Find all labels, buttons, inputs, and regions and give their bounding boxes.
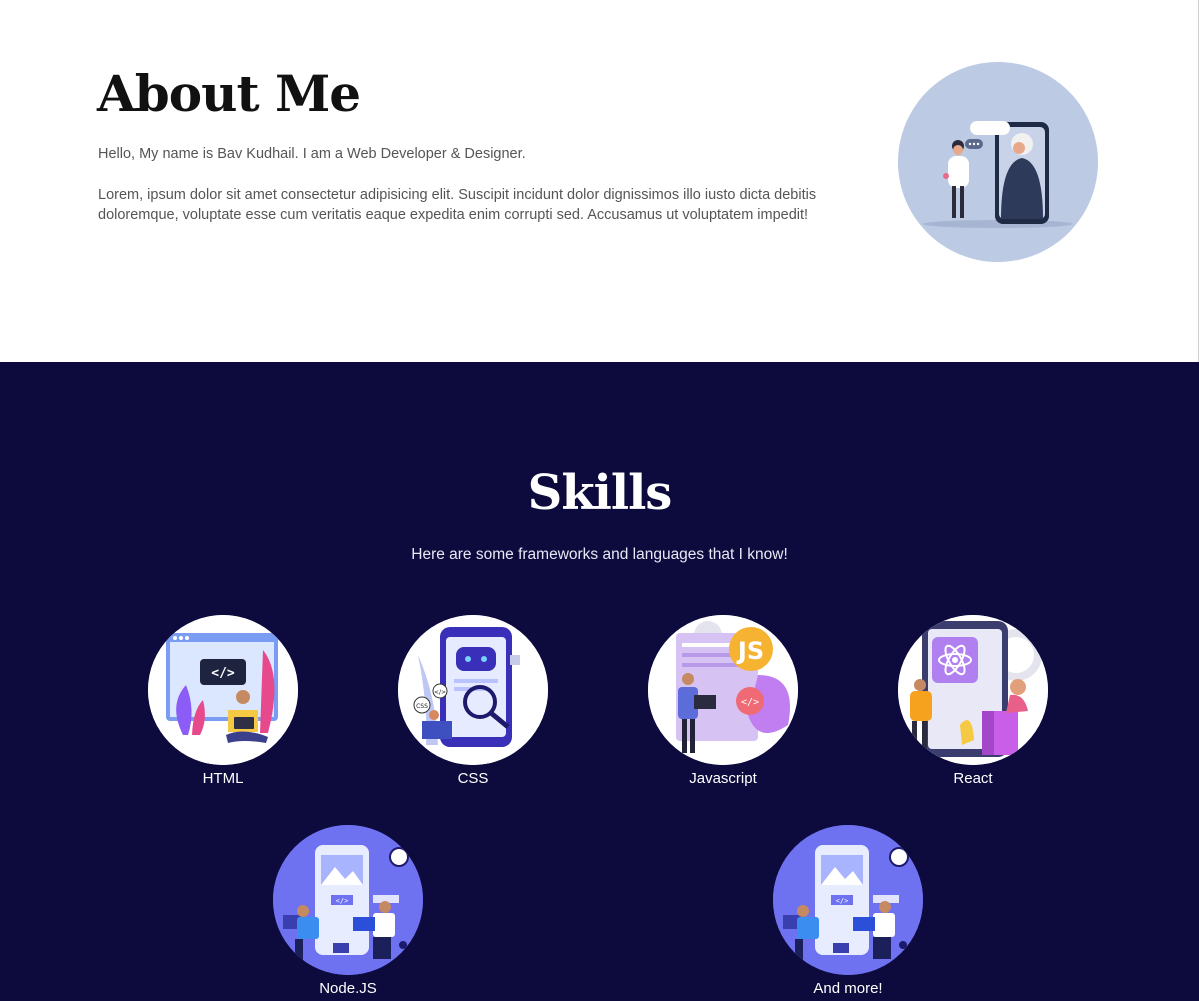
skill-label-nodejs: Node.JS (319, 980, 377, 997)
javascript-illustration-icon: JS </> (648, 615, 798, 765)
skill-card-css[interactable]: </> CSS CSS (398, 615, 548, 787)
svg-text:</>: </> (836, 897, 849, 905)
svg-text:CSS: CSS (416, 703, 428, 710)
profile-illustration-icon (898, 62, 1098, 262)
nodejs-illustration-icon: </> (273, 825, 423, 975)
skill-card-html[interactable]: </> HTML (148, 615, 298, 787)
skill-label-html: HTML (202, 770, 244, 787)
skill-card-javascript[interactable]: JS </> Javascript (648, 615, 798, 787)
about-intro: Hello, My name is Bav Kudhail. I am a We… (98, 146, 526, 162)
css-illustration-icon: </> CSS (398, 615, 548, 765)
svg-text:JS: JS (736, 637, 764, 665)
react-illustration-icon (898, 615, 1048, 765)
skills-subtitle: Here are some frameworks and languages t… (411, 546, 788, 563)
svg-text:</>: </> (336, 897, 349, 905)
skill-card-react[interactable]: React (898, 615, 1048, 787)
skill-label-more: And more! (813, 980, 883, 997)
skill-label-react: React (953, 770, 993, 787)
skill-label-css: CSS (457, 770, 489, 787)
skill-card-nodejs[interactable]: </> Node.JS (273, 825, 423, 997)
about-section: About Me Hello, My name is Bav Kudhail. … (0, 0, 1199, 362)
svg-text:</>: </> (211, 666, 235, 681)
skill-card-more[interactable]: </> And more! (773, 825, 923, 997)
skill-label-javascript: Javascript (689, 770, 757, 787)
html-illustration-icon: </> (148, 615, 298, 765)
about-description: Lorem, ipsum dolor sit amet consectetur … (98, 187, 817, 223)
more-illustration-icon: </> (773, 825, 923, 975)
svg-text:</>: </> (741, 697, 759, 708)
about-title: About Me (97, 64, 361, 123)
svg-text:</>: </> (434, 689, 446, 696)
skills-title: Skills (527, 465, 673, 521)
